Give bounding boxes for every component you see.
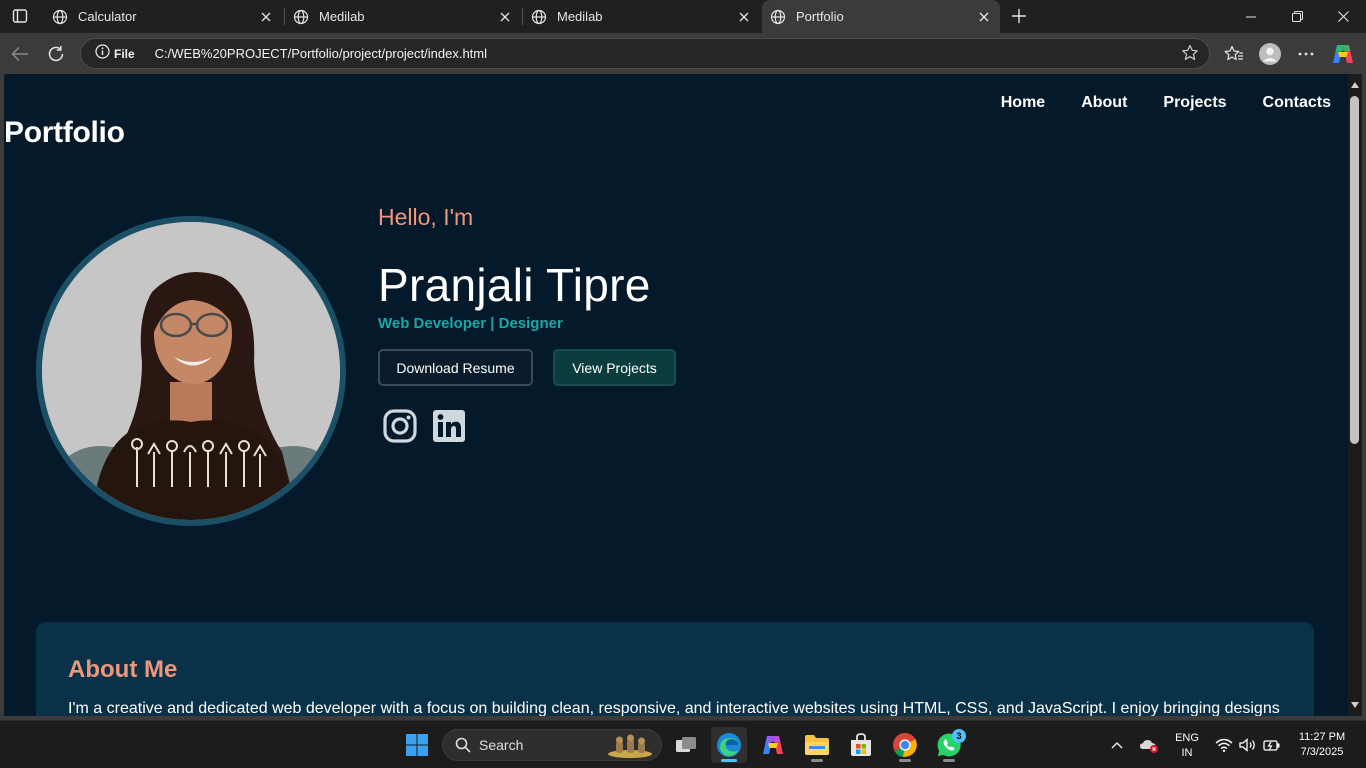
address-bar[interactable]: File C:/WEB%20PROJECT/Portfolio/project/…: [80, 38, 1210, 69]
window-frame: [1362, 74, 1366, 716]
url-text[interactable]: C:/WEB%20PROJECT/Portfolio/project/proje…: [155, 46, 487, 61]
volume-icon[interactable]: [1238, 721, 1258, 768]
language-code: ENG: [1175, 732, 1199, 744]
windows-start-icon[interactable]: [399, 727, 435, 763]
nav-about-link[interactable]: About: [1081, 94, 1127, 112]
restore-button[interactable]: [1274, 0, 1320, 33]
tab-title: Medilab: [557, 9, 603, 24]
battery-icon[interactable]: [1262, 721, 1282, 768]
about-text: I'm a creative and dedicated web develop…: [68, 700, 1280, 716]
profile-photo: [36, 216, 346, 526]
running-app-indicator: [811, 759, 823, 762]
close-icon[interactable]: [734, 7, 754, 27]
refresh-button[interactable]: [41, 39, 71, 69]
search-highlight-icon: [607, 733, 653, 759]
globe-icon: [52, 9, 68, 25]
globe-icon: [770, 9, 786, 25]
scrollbar-thumb[interactable]: [1350, 96, 1359, 444]
search-icon: [455, 737, 471, 753]
show-hidden-icons-chevron-icon[interactable]: [1108, 721, 1126, 768]
tab-portfolio[interactable]: Portfolio: [762, 0, 1000, 33]
search-placeholder: Search: [479, 737, 524, 753]
tab-calculator[interactable]: Calculator: [44, 0, 282, 33]
site-info-label: File: [114, 46, 135, 61]
region-code: IN: [1181, 747, 1193, 759]
site-brand[interactable]: Portfolio: [4, 116, 125, 150]
wifi-icon[interactable]: [1214, 721, 1234, 768]
tab-medilab-2[interactable]: Medilab: [523, 0, 760, 33]
language-indicator[interactable]: ENG IN: [1174, 731, 1200, 761]
view-projects-button[interactable]: View Projects: [553, 349, 676, 386]
minimize-button[interactable]: [1228, 0, 1274, 33]
taskbar: Search 3 ENG IN 11:27 PM 7/3/2025: [0, 720, 1366, 768]
about-section: About Me I'm a creative and dedicated we…: [36, 622, 1314, 716]
copilot-icon[interactable]: [1328, 39, 1358, 69]
scroll-down-arrow-icon[interactable]: [1351, 702, 1359, 708]
tab-medilab[interactable]: Medilab: [285, 0, 521, 33]
site-info-button[interactable]: File: [89, 42, 141, 65]
nav-contacts-link[interactable]: Contacts: [1263, 94, 1331, 112]
instagram-icon[interactable]: [382, 408, 418, 444]
tab-title: Calculator: [78, 9, 137, 24]
hero-name: Pranjali Tipre: [378, 259, 651, 311]
taskbar-search-input[interactable]: Search: [442, 729, 662, 761]
copilot-app-icon[interactable]: [755, 727, 791, 763]
close-window-button[interactable]: [1320, 0, 1366, 33]
nav-projects-link[interactable]: Projects: [1163, 94, 1226, 112]
running-app-indicator: [899, 759, 911, 762]
close-icon[interactable]: [974, 7, 994, 27]
browser-toolbar: File C:/WEB%20PROJECT/Portfolio/project/…: [0, 33, 1366, 74]
page-viewport: Home About Projects Contacts Portfolio H…: [4, 74, 1348, 716]
clock-date: 7/3/2025: [1300, 746, 1344, 758]
running-app-indicator: [943, 759, 955, 762]
task-view-icon[interactable]: [668, 727, 704, 763]
favorite-star-icon[interactable]: [1181, 44, 1199, 67]
close-icon[interactable]: [495, 7, 515, 27]
notification-badge: 3: [952, 729, 966, 743]
page-scrollbar[interactable]: [1348, 74, 1362, 716]
active-app-indicator: [721, 759, 737, 762]
tab-strip: Calculator Medilab Medilab Portfolio: [0, 0, 1366, 33]
about-title: About Me: [68, 656, 178, 683]
chrome-icon[interactable]: [887, 727, 923, 763]
globe-icon: [293, 9, 309, 25]
linkedin-icon[interactable]: [431, 408, 467, 444]
clock-time: 11:27 PM: [1298, 731, 1346, 743]
download-resume-button[interactable]: Download Resume: [378, 349, 533, 386]
new-tab-button[interactable]: [1006, 4, 1032, 28]
nav-home-link[interactable]: Home: [1001, 94, 1045, 112]
hero-greeting: Hello, I'm: [378, 204, 474, 230]
site-nav: Home About Projects Contacts: [965, 94, 1331, 112]
onedrive-error-icon[interactable]: [1138, 721, 1160, 768]
profile-avatar[interactable]: [1255, 39, 1285, 69]
tab-actions-icon[interactable]: [8, 5, 32, 27]
file-explorer-icon[interactable]: [799, 727, 835, 763]
globe-icon: [531, 9, 547, 25]
info-icon: [95, 43, 110, 64]
system-clock[interactable]: 11:27 PM 7/3/2025: [1290, 730, 1354, 760]
whatsapp-icon[interactable]: 3: [931, 727, 967, 763]
settings-more-icon[interactable]: [1291, 39, 1321, 69]
edge-browser-icon[interactable]: [711, 727, 747, 763]
hero-role: Web Developer | Designer: [378, 315, 563, 332]
tab-title: Medilab: [319, 9, 365, 24]
microsoft-store-icon[interactable]: [843, 727, 879, 763]
back-button[interactable]: [5, 39, 35, 69]
close-icon[interactable]: [256, 7, 276, 27]
scroll-up-arrow-icon[interactable]: [1351, 82, 1359, 88]
tab-title: Portfolio: [796, 9, 844, 24]
favorites-button[interactable]: [1219, 39, 1249, 69]
